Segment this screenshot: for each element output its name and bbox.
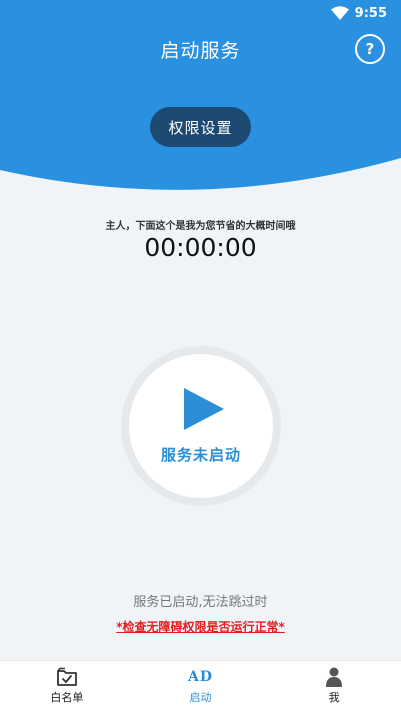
wifi-icon (330, 6, 349, 20)
nav-label-start: 启动 (189, 690, 212, 704)
ad-icon: AD (188, 668, 214, 685)
status-bar: 9:55 (0, 0, 401, 26)
check-accessibility-link[interactable]: *检查无障碍权限是否运行正常* (0, 618, 401, 635)
page-title: 启动服务 (160, 40, 241, 62)
nav-label-whitelist: 白名单 (50, 690, 84, 704)
saved-time-caption: 主人，下面这个是我为您节省的大概时间哦 (105, 221, 296, 232)
nav-item-whitelist[interactable]: 白名单 (0, 661, 134, 710)
bottom-nav: 白名单 AD 启动 我 (0, 660, 401, 710)
service-message: 服务已启动,无法跳过时 (133, 595, 268, 610)
help-button[interactable]: ? (355, 34, 385, 64)
status-time: 9:55 (354, 5, 387, 21)
saved-time-display: 00:00:00 (144, 233, 257, 262)
play-icon (184, 387, 224, 430)
nav-label-me: 我 (328, 690, 340, 704)
permission-settings-button[interactable]: 权限设置 (150, 107, 251, 147)
start-button-label: 服务未启动 (160, 445, 241, 464)
help-icon: ? (365, 40, 375, 58)
folder-check-icon (56, 667, 77, 686)
start-button-ring: 服务未启动 (121, 346, 281, 506)
nav-item-me[interactable]: 我 (267, 661, 401, 710)
start-service-button[interactable]: 服务未启动 (129, 354, 273, 498)
person-icon (326, 667, 343, 687)
header-background (0, 0, 401, 190)
nav-item-start[interactable]: AD 启动 (134, 661, 268, 710)
